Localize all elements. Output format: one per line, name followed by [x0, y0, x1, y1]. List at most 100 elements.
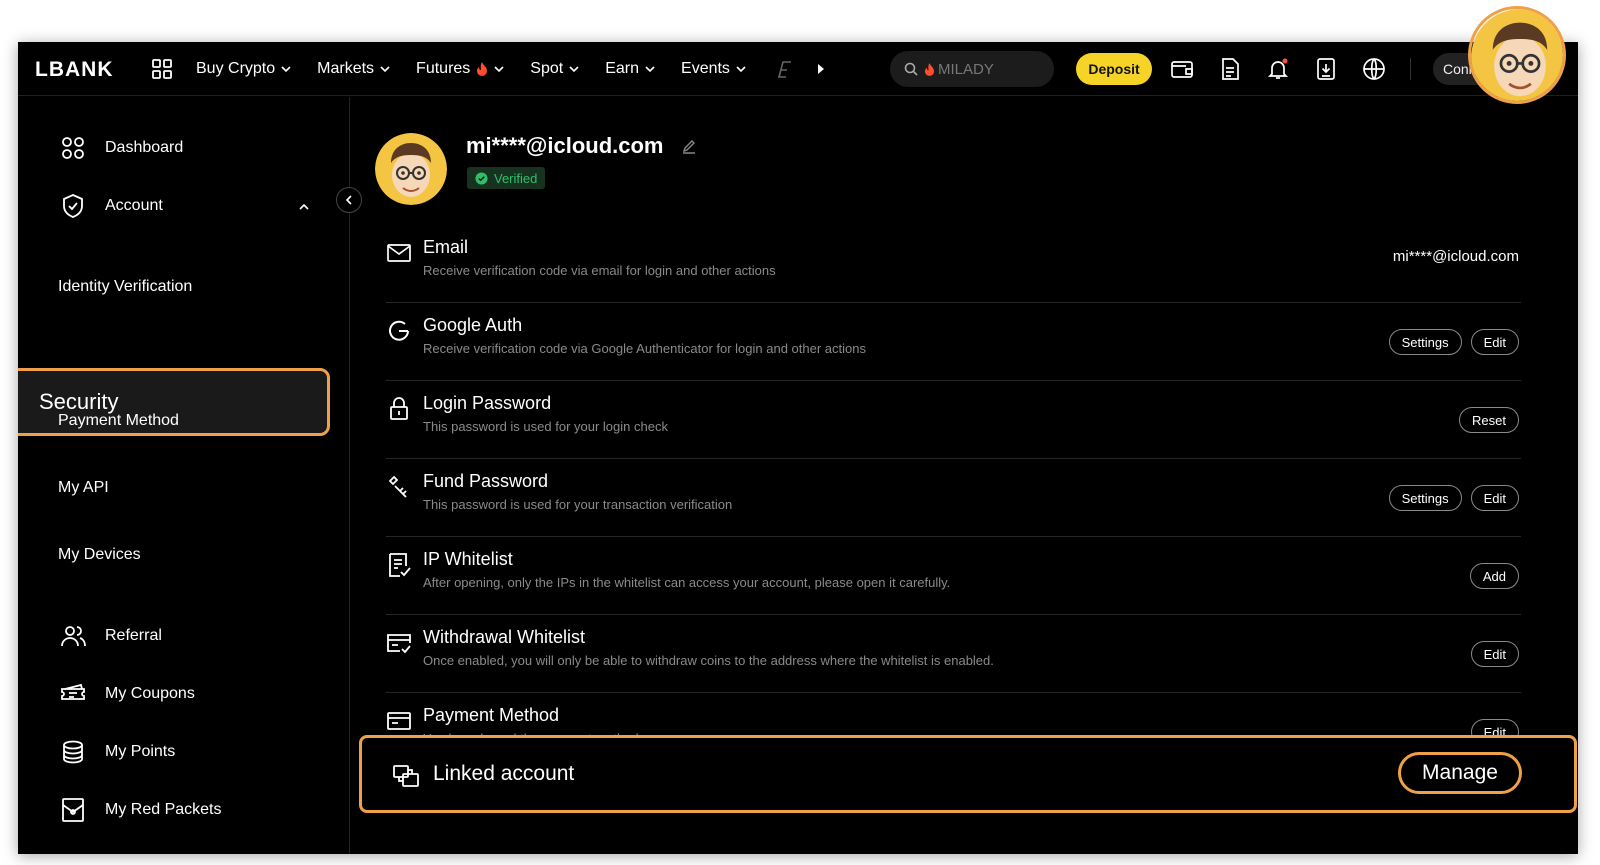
- nav-futures[interactable]: Futures: [416, 60, 504, 78]
- sidebar-item-my-devices[interactable]: My Devices: [58, 546, 141, 564]
- sidebar-item-my-points[interactable]: My Points: [60, 739, 175, 765]
- sidebar-item-my-api[interactable]: My API: [58, 479, 109, 497]
- chevron-left-icon: [345, 195, 352, 205]
- sidebar-collapse-button[interactable]: [336, 187, 362, 213]
- user-email-title: mi****@icloud.com: [466, 133, 664, 158]
- linked-account-row: Linked account Manage: [359, 735, 1577, 813]
- chevron-down-icon: [380, 66, 390, 73]
- sidebar-item-dashboard[interactable]: Dashboard: [60, 135, 183, 161]
- divider: [1410, 58, 1411, 80]
- row-title: Payment Method: [423, 705, 560, 725]
- shield-icon: [63, 194, 83, 218]
- document-icon[interactable]: [1218, 57, 1242, 81]
- users-icon: [61, 626, 86, 647]
- chevron-down-icon: [494, 66, 504, 73]
- nav-spot[interactable]: Spot: [530, 60, 579, 78]
- nav-label: Spot: [530, 60, 564, 77]
- nav-scroll-right-icon[interactable]: [816, 63, 826, 75]
- chevron-down-icon: [569, 66, 579, 73]
- apps-grid-icon[interactable]: [151, 58, 173, 80]
- edit-pencil-icon[interactable]: [681, 138, 697, 154]
- dashboard-icon: [62, 137, 84, 159]
- bell-icon[interactable]: [1266, 57, 1290, 81]
- nav-markets[interactable]: Markets: [317, 60, 390, 78]
- nav-events[interactable]: Events: [681, 60, 746, 78]
- linked-accounts-icon: [393, 765, 419, 787]
- fund-password-settings-button[interactable]: Settings: [1388, 485, 1462, 511]
- row-title: Fund Password: [423, 471, 549, 491]
- sidebar-item-my-coupons[interactable]: My Coupons: [60, 681, 195, 707]
- search-input[interactable]: MILADY: [890, 51, 1054, 87]
- sidebar-item-account[interactable]: Account: [60, 193, 310, 219]
- nav-label: Markets: [317, 60, 375, 77]
- sidebar-item-payment-method[interactable]: Payment Method: [58, 412, 179, 430]
- row-description: Once enabled, you will only be able to w…: [423, 653, 994, 668]
- row-actions: Settings Edit: [1388, 329, 1519, 355]
- row-actions: Settings Edit: [1388, 485, 1519, 511]
- row-description: This password is used for your transacti…: [423, 497, 733, 512]
- row-title: Email: [423, 237, 469, 257]
- download-icon[interactable]: [1314, 57, 1338, 81]
- checklist-icon: [389, 553, 411, 577]
- coins-icon: [63, 740, 83, 764]
- sidebar-item-identity-verification[interactable]: Identity Verification: [58, 278, 192, 296]
- sidebar-item-my-red-packets[interactable]: My Red Packets: [60, 797, 221, 823]
- sidebar: Dashboard Account Identity Verification …: [18, 97, 350, 854]
- security-row-ip-whitelist: IP Whitelist After opening, only the IPs…: [386, 537, 1521, 615]
- avatar[interactable]: [375, 133, 447, 205]
- security-row-email: Email Receive verification code via emai…: [386, 225, 1521, 303]
- presenter-avatar: [1468, 6, 1566, 104]
- sidebar-item-label: Payment Method: [58, 412, 179, 429]
- nav-label: Futures: [416, 60, 471, 77]
- deposit-button[interactable]: Deposit: [1076, 53, 1152, 85]
- row-title: Google Auth: [423, 315, 523, 335]
- google-auth-edit-button[interactable]: Edit: [1470, 329, 1519, 355]
- sidebar-item-label: My Points: [105, 743, 176, 760]
- manage-linked-account-button[interactable]: Manage: [1398, 752, 1522, 794]
- nav-buy-crypto[interactable]: Buy Crypto: [196, 60, 291, 78]
- sidebar-item-label: My Coupons: [105, 685, 195, 702]
- google-icon: [389, 320, 409, 341]
- row-actions: Reset: [1459, 407, 1519, 433]
- sidebar-item-referral[interactable]: Referral: [60, 623, 162, 649]
- security-row-google-auth: Google Auth Receive verification code vi…: [386, 303, 1521, 381]
- row-description: This password is used for your login che…: [423, 419, 668, 434]
- row-description: Receive verification code via email for …: [423, 263, 776, 278]
- row-title: Linked account: [433, 762, 575, 785]
- row-description: After opening, only the IPs in the white…: [423, 575, 951, 590]
- mail-icon: [387, 244, 411, 262]
- chevron-up-icon: [299, 203, 309, 210]
- security-row-fund-password: Fund Password This password is used for …: [386, 459, 1521, 537]
- nav-earn[interactable]: Earn: [605, 60, 655, 78]
- verified-check-icon: [475, 171, 488, 185]
- google-auth-settings-button[interactable]: Settings: [1388, 329, 1462, 355]
- ip-whitelist-add-button[interactable]: Add: [1469, 563, 1519, 589]
- partial-nav-icon[interactable]: [776, 59, 794, 79]
- row-title: Login Password: [423, 393, 552, 413]
- fund-password-edit-button[interactable]: Edit: [1470, 485, 1519, 511]
- verified-badge: Verified: [467, 167, 546, 189]
- wallet-icon[interactable]: [1170, 57, 1194, 81]
- sidebar-item-label: My Red Packets: [105, 801, 222, 818]
- security-main: mi****@icloud.com Verified Email Receive…: [351, 97, 1578, 854]
- avatar-illustration-icon: [375, 133, 447, 205]
- security-row-withdrawal-whitelist: Withdrawal Whitelist Once enabled, you w…: [386, 615, 1521, 693]
- chevron-down-icon: [281, 66, 291, 73]
- row-actions: Add: [1469, 563, 1519, 589]
- withdrawal-whitelist-edit-button[interactable]: Edit: [1470, 641, 1519, 667]
- lbank-logo[interactable]: LBANK: [35, 58, 114, 82]
- login-password-reset-button[interactable]: Reset: [1459, 407, 1519, 433]
- globe-icon[interactable]: [1362, 57, 1386, 81]
- verified-label: Verified: [494, 170, 538, 186]
- card-check-icon: [387, 634, 411, 654]
- search-placeholder: MILADY: [938, 60, 994, 78]
- nav-label: Events: [681, 60, 730, 77]
- envelope-icon: [62, 798, 84, 822]
- payment-card-icon: [387, 712, 411, 730]
- row-title: IP Whitelist: [423, 549, 513, 569]
- key-icon: [388, 475, 407, 498]
- nav-label: Earn: [605, 60, 640, 77]
- sidebar-item-label: My API: [58, 479, 109, 496]
- chevron-down-icon: [736, 66, 746, 73]
- nav-label: Buy Crypto: [196, 60, 276, 77]
